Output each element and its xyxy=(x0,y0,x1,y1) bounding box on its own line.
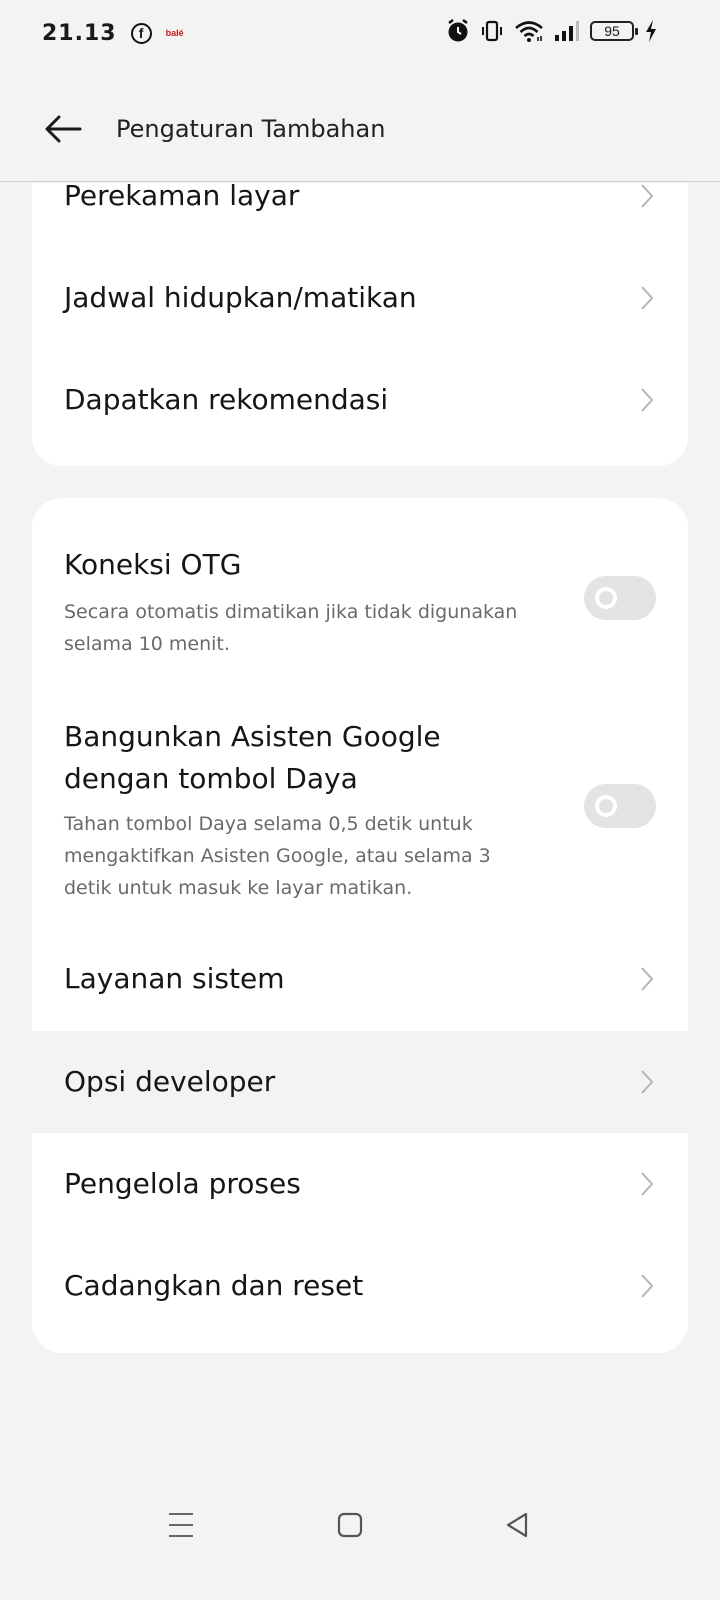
chevron-right-icon xyxy=(641,1172,654,1196)
toggle-knob xyxy=(595,587,617,609)
chevron-right-icon xyxy=(641,388,654,412)
chevron-right-icon xyxy=(641,286,654,310)
row-recommendations[interactable]: Dapatkan rekomendasi xyxy=(32,347,688,449)
chevron-right-icon xyxy=(641,1070,654,1094)
status-bar: 21.13 f balé 95 xyxy=(0,0,720,66)
assistant-subtitle: Tahan tombol Daya selama 0,5 detik untuk… xyxy=(64,813,491,899)
row-system-services[interactable]: Layanan sistem xyxy=(32,928,688,1030)
page-title: Pengaturan Tambahan xyxy=(116,115,386,143)
row-backup-reset[interactable]: Cadangkan dan reset xyxy=(32,1235,688,1353)
status-left: 21.13 f balé xyxy=(42,21,184,46)
row-developer-options[interactable]: Opsi developer xyxy=(32,1031,688,1133)
chevron-right-icon xyxy=(641,184,654,208)
assistant-toggle[interactable] xyxy=(584,784,656,828)
row-label: Pengelola proses xyxy=(64,1167,301,1200)
system-nav-bar xyxy=(0,1473,720,1600)
row-label: Perekaman layar xyxy=(64,183,300,212)
row-label: Jadwal hidupkan/matikan xyxy=(64,281,417,314)
home-square-icon[interactable] xyxy=(337,1512,363,1538)
row-label: Layanan sistem xyxy=(64,962,285,995)
menu-icon[interactable] xyxy=(167,1511,195,1539)
settings-content[interactable]: Perekaman layar Jadwal hidupkan/matikan … xyxy=(0,183,720,1473)
toggle-knob xyxy=(595,795,617,817)
signal-icon xyxy=(555,21,579,41)
app-header: Pengaturan Tambahan xyxy=(0,66,720,182)
arrow-left-icon[interactable] xyxy=(44,114,82,144)
vibrate-icon xyxy=(482,20,502,42)
bale-icon: balé xyxy=(165,28,184,38)
settings-card-1: Perekaman layar Jadwal hidupkan/matikan … xyxy=(32,183,688,466)
row-label: Cadangkan dan reset xyxy=(64,1269,364,1302)
assistant-title: Bangunkan Asisten Google dengan tombol D… xyxy=(64,720,441,795)
battery-icon: 95 xyxy=(590,21,638,41)
chevron-right-icon xyxy=(641,1274,654,1298)
row-label: Opsi developer xyxy=(64,1065,276,1098)
back-triangle-icon[interactable] xyxy=(504,1511,530,1539)
facebook-icon: f xyxy=(130,22,152,44)
row-process-manager[interactable]: Pengelola proses xyxy=(32,1133,688,1235)
otg-title: Koneksi OTG xyxy=(64,548,242,581)
row-schedule-power[interactable]: Jadwal hidupkan/matikan xyxy=(32,245,688,347)
wifi-icon xyxy=(515,21,543,42)
alarm-icon xyxy=(448,19,468,42)
otg-toggle[interactable] xyxy=(584,576,656,620)
status-time: 21.13 xyxy=(42,20,117,46)
status-right: 95 xyxy=(446,18,658,44)
row-google-assistant[interactable]: Bangunkan Asisten Google dengan tombol D… xyxy=(32,688,688,928)
row-label: Dapatkan rekomendasi xyxy=(64,383,389,416)
row-otg-connection[interactable]: Koneksi OTG Secara otomatis dimatikan ji… xyxy=(32,498,688,688)
otg-subtitle: Secara otomatis dimatikan jika tidak dig… xyxy=(64,601,518,655)
chevron-right-icon xyxy=(641,967,654,991)
charging-icon xyxy=(646,20,656,42)
